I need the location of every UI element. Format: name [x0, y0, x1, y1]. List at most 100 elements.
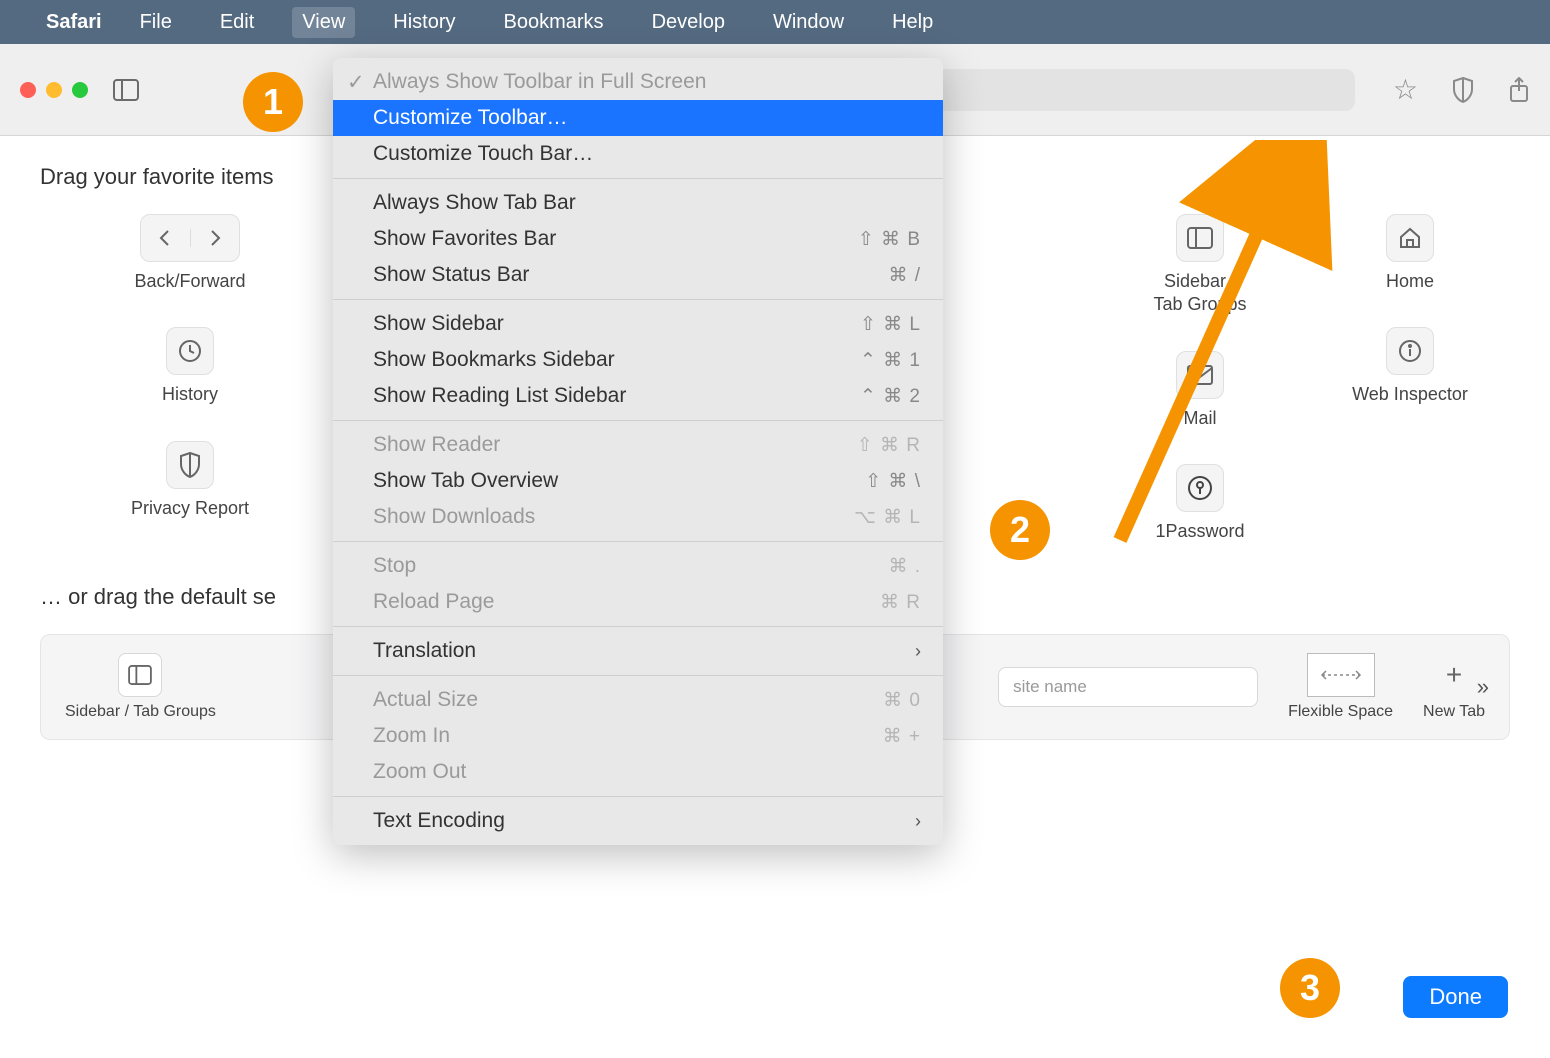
menu-help[interactable]: Help	[882, 7, 943, 38]
item-label: Home	[1386, 270, 1434, 293]
menu-item-label: Zoom In	[373, 724, 450, 748]
item-label: Privacy Report	[131, 497, 249, 520]
menu-separator	[333, 796, 943, 797]
menu-item-label: Show Bookmarks Sidebar	[373, 348, 615, 372]
menu-item-label: Always Show Tab Bar	[373, 191, 576, 215]
flexible-space-icon	[1307, 653, 1375, 697]
annotation-badge-2: 2	[990, 500, 1050, 560]
menu-separator	[333, 178, 943, 179]
menu-item-zoom-out: Zoom Out	[333, 754, 943, 790]
item-label: Back/Forward	[134, 270, 245, 293]
overflow-icon[interactable]: »	[1477, 674, 1489, 700]
menu-item-show-tab-overview[interactable]: Show Tab Overview⇧ ⌘ \	[333, 463, 943, 499]
keyboard-shortcut: ⇧ ⌘ R	[857, 434, 921, 457]
done-button[interactable]: Done	[1403, 976, 1508, 1018]
keyboard-shortcut: ⌘ 0	[883, 689, 921, 712]
menu-history[interactable]: History	[383, 7, 465, 38]
menu-bookmarks[interactable]: Bookmarks	[494, 7, 614, 38]
item-label: Mail	[1183, 407, 1216, 430]
item-home[interactable]: Home	[1350, 214, 1470, 293]
menu-item-translation[interactable]: Translation ›	[333, 633, 943, 669]
item-back-forward[interactable]: Back/Forward	[40, 214, 340, 293]
menu-item-customize-touch-bar[interactable]: Customize Touch Bar…	[333, 136, 943, 172]
menu-item-always-show-toolbar-in-full-screen: ✓ Always Show Toolbar in Full Screen	[333, 64, 943, 100]
bookmark-star-icon[interactable]: ☆	[1393, 73, 1418, 106]
menu-item-show-favorites-bar[interactable]: Show Favorites Bar ⇧ ⌘ B	[333, 221, 943, 257]
menu-item-label: Always Show Toolbar in Full Screen	[373, 70, 706, 94]
menu-item-show-sidebar[interactable]: Show Sidebar⇧ ⌘ L	[333, 306, 943, 342]
default-item-newtab[interactable]: + New Tab	[1423, 653, 1485, 721]
clock-icon	[166, 327, 214, 375]
item-privacy-report[interactable]: Privacy Report	[40, 441, 340, 520]
menu-develop[interactable]: Develop	[642, 7, 735, 38]
menu-item-show-downloads: Show Downloads⌥ ⌘ L	[333, 499, 943, 535]
menubar: Safari File Edit View History Bookmarks …	[0, 0, 1550, 44]
menu-item-customize-toolbar[interactable]: Customize Toolbar…	[333, 100, 943, 136]
menu-item-reload-page: Reload Page⌘ R	[333, 584, 943, 620]
menu-item-label: Show Favorites Bar	[373, 227, 556, 251]
annotation-badge-1: 1	[243, 72, 303, 132]
item-mail[interactable]: Mail	[1140, 351, 1260, 430]
forward-icon	[191, 229, 240, 247]
menu-item-label: Translation	[373, 639, 476, 663]
view-menu-dropdown: ✓ Always Show Toolbar in Full Screen Custo…	[333, 58, 943, 845]
keyboard-shortcut: ⌃ ⌘ 2	[860, 385, 921, 408]
item-1password[interactable]: 1Password	[1140, 464, 1260, 543]
menu-item-label: Zoom Out	[373, 760, 466, 784]
close-window-button[interactable]	[20, 82, 36, 98]
menu-item-show-bookmarks-sidebar[interactable]: Show Bookmarks Sidebar⌃ ⌘ 1	[333, 342, 943, 378]
home-icon	[1386, 214, 1434, 262]
default-label: Sidebar / Tab Groups	[65, 703, 216, 721]
menu-item-show-reading-list-sidebar[interactable]: Show Reading List Sidebar ⌃ ⌘ 2	[333, 378, 943, 414]
privacy-shield-icon[interactable]	[1452, 77, 1474, 103]
menu-item-show-reader: Show Reader ⇧ ⌘ R	[333, 427, 943, 463]
menu-separator	[333, 626, 943, 627]
default-item-flexspace[interactable]: Flexible Space	[1288, 653, 1393, 721]
menu-edit[interactable]: Edit	[210, 7, 264, 38]
sidebar-toggle-button[interactable]	[106, 72, 146, 108]
menu-file[interactable]: File	[130, 7, 182, 38]
menu-window[interactable]: Window	[763, 7, 854, 38]
menu-item-stop: Stop⌘ .	[333, 548, 943, 584]
menu-item-always-show-tab-bar[interactable]: Always Show Tab Bar	[333, 185, 943, 221]
plus-icon: +	[1432, 653, 1476, 697]
sidebar-icon	[118, 653, 162, 697]
default-item-sidebar[interactable]: Sidebar / Tab Groups	[65, 653, 216, 721]
default-label: New Tab	[1423, 703, 1485, 721]
keyboard-shortcut: ⌘ /	[888, 264, 921, 287]
keyboard-shortcut: ⌘ +	[883, 725, 921, 748]
window-controls	[20, 82, 88, 98]
menu-item-label: Text Encoding	[373, 809, 505, 833]
item-sidebar-tabgroups[interactable]: Sidebar / Tab Groups	[1140, 214, 1260, 317]
keyboard-shortcut: ⇧ ⌘ L	[860, 313, 921, 336]
checkmark-icon: ✓	[347, 70, 365, 95]
onepassword-icon	[1176, 464, 1224, 512]
menu-item-label: Show Reader	[373, 433, 500, 457]
item-web-inspector[interactable]: Web Inspector	[1350, 327, 1470, 406]
default-search-field[interactable]: site name	[998, 667, 1258, 707]
menu-item-label: Customize Toolbar…	[373, 106, 568, 130]
item-history[interactable]: History	[40, 327, 340, 406]
app-name[interactable]: Safari	[46, 11, 102, 34]
shield-icon	[166, 441, 214, 489]
minimize-window-button[interactable]	[46, 82, 62, 98]
menu-item-label: Show Reading List Sidebar	[373, 384, 626, 408]
keyboard-shortcut: ⌘ R	[880, 591, 921, 614]
item-label: 1Password	[1155, 520, 1244, 543]
share-icon[interactable]	[1508, 77, 1530, 103]
item-label: Web Inspector	[1352, 383, 1468, 406]
fullscreen-window-button[interactable]	[72, 82, 88, 98]
info-icon	[1386, 327, 1434, 375]
menu-item-label: Customize Touch Bar…	[373, 142, 593, 166]
menu-item-text-encoding[interactable]: Text Encoding ›	[333, 803, 943, 839]
chevron-right-icon: ›	[915, 811, 921, 832]
menu-separator	[333, 541, 943, 542]
menu-item-show-status-bar[interactable]: Show Status Bar⌘ /	[333, 257, 943, 293]
menu-separator	[333, 299, 943, 300]
menu-separator	[333, 420, 943, 421]
menu-view[interactable]: View	[292, 7, 355, 38]
chevron-right-icon: ›	[915, 641, 921, 662]
menu-item-label: Show Downloads	[373, 505, 535, 529]
keyboard-shortcut: ⇧ ⌘ \	[865, 470, 921, 493]
keyboard-shortcut: ⇧ ⌘ B	[858, 228, 921, 251]
